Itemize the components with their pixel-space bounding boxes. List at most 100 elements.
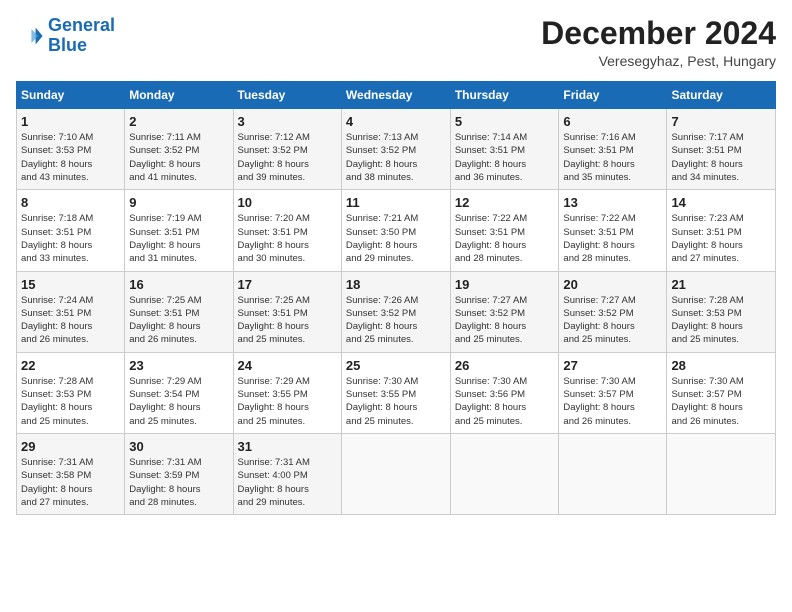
calendar-cell: 23Sunrise: 7:29 AM Sunset: 3:54 PM Dayli… xyxy=(125,352,233,433)
weekday-header-sunday: Sunday xyxy=(17,82,125,109)
day-info: Sunrise: 7:28 AM Sunset: 3:53 PM Dayligh… xyxy=(671,294,771,347)
day-info: Sunrise: 7:25 AM Sunset: 3:51 PM Dayligh… xyxy=(238,294,337,347)
calendar-cell: 9Sunrise: 7:19 AM Sunset: 3:51 PM Daylig… xyxy=(125,190,233,271)
calendar-cell: 11 Sunrise: 7:21 AM Sunset: 3:50 PM Dayli… xyxy=(341,190,450,271)
day-info: Sunrise: 7:14 AM Sunset: 3:51 PM Dayligh… xyxy=(455,131,555,184)
calendar-week-row: 29Sunrise: 7:31 AM Sunset: 3:58 PM Dayli… xyxy=(17,433,776,514)
day-number: 21 xyxy=(671,277,771,292)
calendar-cell: 20Sunrise: 7:27 AM Sunset: 3:52 PM Dayli… xyxy=(559,271,667,352)
day-number: 10 xyxy=(238,195,337,210)
calendar-cell xyxy=(559,433,667,514)
calendar-week-row: 22 Sunrise: 7:28 AM Sunset: 3:53 PM Dayli… xyxy=(17,352,776,433)
day-info: Sunrise: 7:28 AM Sunset: 3:53 PM Dayligh… xyxy=(21,375,120,428)
day-number: 2 xyxy=(129,114,228,129)
day-info: Sunrise: 7:21 AM Sunset: 3:50 PM Dayligh… xyxy=(346,212,446,265)
day-info: Sunrise: 7:20 AM Sunset: 3:51 PM Dayligh… xyxy=(238,212,337,265)
logo-line1: General xyxy=(48,15,115,35)
calendar-cell: 18 Sunrise: 7:26 AM Sunset: 3:52 PM Dayli… xyxy=(341,271,450,352)
day-info: Sunrise: 7:29 AM Sunset: 3:55 PM Dayligh… xyxy=(238,375,337,428)
day-info: Sunrise: 7:30 AM Sunset: 3:57 PM Dayligh… xyxy=(671,375,771,428)
day-number: 17 xyxy=(238,277,337,292)
calendar-week-row: 8 Sunrise: 7:18 AM Sunset: 3:51 PM Daylig… xyxy=(17,190,776,271)
weekday-header-wednesday: Wednesday xyxy=(341,82,450,109)
calendar-cell: 3Sunrise: 7:12 AM Sunset: 3:52 PM Daylig… xyxy=(233,109,341,190)
day-info: Sunrise: 7:13 AM Sunset: 3:52 PM Dayligh… xyxy=(346,131,446,184)
day-number: 15 xyxy=(21,277,120,292)
calendar-cell: 16 Sunrise: 7:25 AM Sunset: 3:51 PM Dayli… xyxy=(125,271,233,352)
calendar-cell: 6 Sunrise: 7:16 AM Sunset: 3:51 PM Daylig… xyxy=(559,109,667,190)
day-info: Sunrise: 7:30 AM Sunset: 3:56 PM Dayligh… xyxy=(455,375,555,428)
day-number: 1 xyxy=(21,114,120,129)
day-info: Sunrise: 7:30 AM Sunset: 3:57 PM Dayligh… xyxy=(563,375,662,428)
logo-line2: Blue xyxy=(48,35,87,55)
day-number: 7 xyxy=(671,114,771,129)
calendar-cell xyxy=(450,433,559,514)
day-number: 29 xyxy=(21,439,120,454)
calendar-table: SundayMondayTuesdayWednesdayThursdayFrid… xyxy=(16,81,776,515)
calendar-cell: 19 Sunrise: 7:27 AM Sunset: 3:52 PM Dayli… xyxy=(450,271,559,352)
calendar-cell: 22 Sunrise: 7:28 AM Sunset: 3:53 PM Dayli… xyxy=(17,352,125,433)
day-number: 27 xyxy=(563,358,662,373)
day-number: 19 xyxy=(455,277,555,292)
day-info: Sunrise: 7:27 AM Sunset: 3:52 PM Dayligh… xyxy=(455,294,555,347)
day-number: 31 xyxy=(238,439,337,454)
calendar-cell: 12Sunrise: 7:22 AM Sunset: 3:51 PM Dayli… xyxy=(450,190,559,271)
weekday-header-friday: Friday xyxy=(559,82,667,109)
day-info: Sunrise: 7:11 AM Sunset: 3:52 PM Dayligh… xyxy=(129,131,228,184)
calendar-cell: 28 Sunrise: 7:30 AM Sunset: 3:57 PM Dayli… xyxy=(667,352,776,433)
calendar-cell: 7Sunrise: 7:17 AM Sunset: 3:51 PM Daylig… xyxy=(667,109,776,190)
weekday-header-tuesday: Tuesday xyxy=(233,82,341,109)
day-info: Sunrise: 7:27 AM Sunset: 3:52 PM Dayligh… xyxy=(563,294,662,347)
month-title: December 2024 xyxy=(541,16,776,51)
day-number: 30 xyxy=(129,439,228,454)
day-info: Sunrise: 7:18 AM Sunset: 3:51 PM Dayligh… xyxy=(21,212,120,265)
calendar-cell: 24 Sunrise: 7:29 AM Sunset: 3:55 PM Dayli… xyxy=(233,352,341,433)
title-block: December 2024 Veresegyhaz, Pest, Hungary xyxy=(541,16,776,69)
calendar-cell: 25 Sunrise: 7:30 AM Sunset: 3:55 PM Dayli… xyxy=(341,352,450,433)
day-number: 11 xyxy=(346,195,446,210)
calendar-cell xyxy=(341,433,450,514)
calendar-cell: 29Sunrise: 7:31 AM Sunset: 3:58 PM Dayli… xyxy=(17,433,125,514)
day-number: 22 xyxy=(21,358,120,373)
calendar-cell: 14 Sunrise: 7:23 AM Sunset: 3:51 PM Dayli… xyxy=(667,190,776,271)
day-number: 24 xyxy=(238,358,337,373)
calendar-cell xyxy=(667,433,776,514)
day-number: 26 xyxy=(455,358,555,373)
day-number: 8 xyxy=(21,195,120,210)
calendar-week-row: 15 Sunrise: 7:24 AM Sunset: 3:51 PM Dayli… xyxy=(17,271,776,352)
day-info: Sunrise: 7:12 AM Sunset: 3:52 PM Dayligh… xyxy=(238,131,337,184)
logo-icon xyxy=(16,22,44,50)
weekday-header-row: SundayMondayTuesdayWednesdayThursdayFrid… xyxy=(17,82,776,109)
calendar-cell: 27 Sunrise: 7:30 AM Sunset: 3:57 PM Dayli… xyxy=(559,352,667,433)
day-info: Sunrise: 7:31 AM Sunset: 3:59 PM Dayligh… xyxy=(129,456,228,509)
day-number: 25 xyxy=(346,358,446,373)
day-info: Sunrise: 7:10 AM Sunset: 3:53 PM Dayligh… xyxy=(21,131,120,184)
weekday-header-thursday: Thursday xyxy=(450,82,559,109)
logo-text: General Blue xyxy=(48,16,115,56)
day-number: 18 xyxy=(346,277,446,292)
weekday-header-saturday: Saturday xyxy=(667,82,776,109)
day-info: Sunrise: 7:23 AM Sunset: 3:51 PM Dayligh… xyxy=(671,212,771,265)
page-header: General Blue December 2024 Veresegyhaz, … xyxy=(16,16,776,69)
day-number: 16 xyxy=(129,277,228,292)
weekday-header-monday: Monday xyxy=(125,82,233,109)
calendar-cell: 15 Sunrise: 7:24 AM Sunset: 3:51 PM Dayli… xyxy=(17,271,125,352)
day-number: 13 xyxy=(563,195,662,210)
day-number: 14 xyxy=(671,195,771,210)
day-number: 6 xyxy=(563,114,662,129)
day-info: Sunrise: 7:22 AM Sunset: 3:51 PM Dayligh… xyxy=(563,212,662,265)
day-number: 28 xyxy=(671,358,771,373)
day-number: 5 xyxy=(455,114,555,129)
day-info: Sunrise: 7:24 AM Sunset: 3:51 PM Dayligh… xyxy=(21,294,120,347)
day-info: Sunrise: 7:26 AM Sunset: 3:52 PM Dayligh… xyxy=(346,294,446,347)
day-info: Sunrise: 7:16 AM Sunset: 3:51 PM Dayligh… xyxy=(563,131,662,184)
day-info: Sunrise: 7:25 AM Sunset: 3:51 PM Dayligh… xyxy=(129,294,228,347)
logo: General Blue xyxy=(16,16,115,56)
calendar-cell: 26 Sunrise: 7:30 AM Sunset: 3:56 PM Dayli… xyxy=(450,352,559,433)
calendar-cell: 17 Sunrise: 7:25 AM Sunset: 3:51 PM Dayli… xyxy=(233,271,341,352)
day-number: 23 xyxy=(129,358,228,373)
day-number: 12 xyxy=(455,195,555,210)
calendar-cell: 8 Sunrise: 7:18 AM Sunset: 3:51 PM Daylig… xyxy=(17,190,125,271)
day-info: Sunrise: 7:30 AM Sunset: 3:55 PM Dayligh… xyxy=(346,375,446,428)
calendar-week-row: 1 Sunrise: 7:10 AM Sunset: 3:53 PM Daylig… xyxy=(17,109,776,190)
